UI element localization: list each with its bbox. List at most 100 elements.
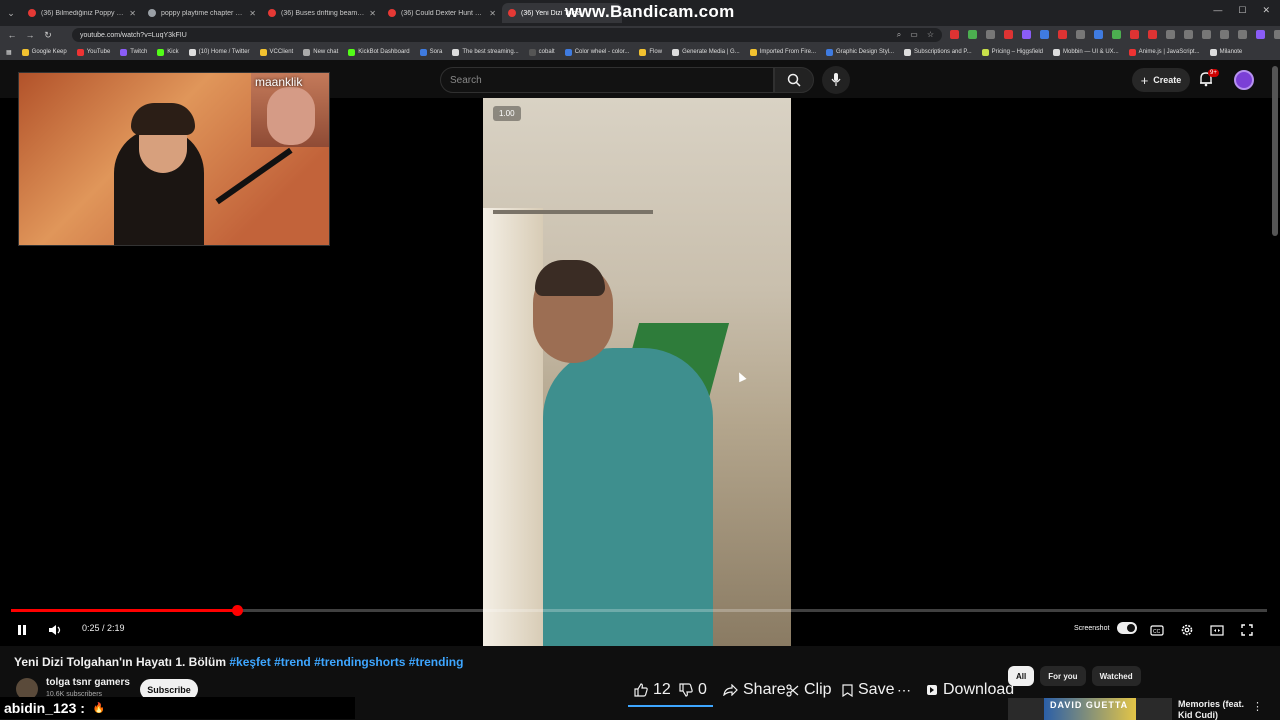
url-field[interactable]: youtube.com/watch?v=LuqY3kFIU ⌕ ▭ ☆ — [72, 28, 942, 42]
bookmark-item[interactable]: KickBot Dashboard — [348, 48, 410, 56]
browser-tab[interactable]: (36) Could Dexter Hunt Down t ✕ — [382, 3, 502, 23]
channel-name[interactable]: tolga tsnr gamers — [46, 677, 130, 688]
captions-button[interactable]: CC — [1149, 621, 1165, 639]
apps-icon[interactable]: ▦ — [6, 49, 12, 56]
progress-bar[interactable] — [11, 605, 1267, 616]
search-button[interactable] — [774, 67, 814, 93]
close-icon[interactable]: ✕ — [489, 9, 496, 18]
maximize-icon[interactable]: ☐ — [1238, 5, 1246, 16]
scrubber-handle[interactable] — [232, 605, 244, 616]
page-scrollbar[interactable] — [1272, 66, 1278, 236]
bookmark-item[interactable]: YouTube — [76, 48, 110, 56]
video-player[interactable]: 1.00 maanklik — [0, 72, 1280, 646]
back-icon[interactable]: ← — [6, 30, 18, 40]
voice-search-button[interactable] — [822, 66, 850, 94]
fullscreen-button[interactable] — [1239, 621, 1255, 639]
chip-all[interactable]: All — [1008, 666, 1035, 686]
cobalt-icon — [528, 48, 536, 56]
puzzle-icon[interactable] — [1202, 30, 1211, 39]
hashtag-link[interactable]: #trendingshorts — [314, 655, 405, 669]
browser-tab[interactable]: (36) Buses drifting beaming dr ✕ — [262, 3, 382, 23]
zoom-icon[interactable]: ⌕ — [897, 30, 901, 40]
search-input[interactable]: Search — [440, 67, 774, 93]
forward-icon[interactable]: → — [24, 30, 36, 40]
extension-icon[interactable] — [1166, 30, 1175, 39]
bookmark-item[interactable]: New chat — [303, 48, 338, 56]
extension-icon[interactable] — [1076, 30, 1085, 39]
extension-icon[interactable] — [1184, 30, 1193, 39]
bookmark-item[interactable]: Mobbin — UI & UX... — [1052, 48, 1119, 56]
close-window-icon[interactable]: ✕ — [1262, 5, 1270, 16]
recommendation-thumbnail[interactable]: DAVID GUETTA — [1008, 698, 1172, 720]
chip-watched[interactable]: Watched — [1091, 666, 1141, 686]
browser-menu-icon[interactable] — [1274, 30, 1280, 39]
profile-icon[interactable] — [1256, 30, 1265, 39]
bookmark-item[interactable]: cobalt — [528, 48, 555, 56]
extension-icon[interactable] — [1004, 30, 1013, 39]
more-vertical-icon[interactable]: ⋮ — [1252, 700, 1263, 713]
bookmark-item[interactable]: Flow — [639, 48, 662, 56]
download-button[interactable]: Download — [926, 678, 1014, 702]
bookmark-item[interactable]: Anime.js | JavaScript... — [1128, 48, 1200, 56]
extension-icon[interactable] — [968, 30, 977, 39]
bookmark-item[interactable]: Kick — [157, 48, 179, 56]
tab-search-icon[interactable]: ⌄ — [0, 8, 22, 19]
recommendation-title[interactable]: Memories (feat. Kid Cudi) — [1178, 699, 1248, 720]
minimize-icon[interactable]: — — [1213, 5, 1222, 16]
extension-icon[interactable] — [1058, 30, 1067, 39]
chip-for-you[interactable]: For you — [1040, 666, 1086, 686]
dislike-button[interactable]: 0 — [679, 678, 707, 702]
youtube-icon — [76, 48, 84, 56]
bookmark-item[interactable]: The best streaming... — [452, 48, 519, 56]
extension-icon[interactable] — [1112, 30, 1121, 39]
webcam-inset-name: maanklik — [255, 75, 303, 89]
pause-button[interactable] — [14, 621, 30, 639]
extension-icon[interactable] — [950, 30, 959, 39]
create-button[interactable]: + Create — [1132, 68, 1190, 92]
cast-icon[interactable]: ▭ — [910, 30, 918, 40]
bookmark-item[interactable]: Pricing – Higgsfield — [981, 48, 1043, 56]
close-icon[interactable]: ✕ — [129, 9, 136, 18]
download-tray-icon[interactable] — [1220, 30, 1229, 39]
save-button[interactable]: Save — [842, 678, 894, 702]
bookmark-star-icon[interactable]: ☆ — [927, 30, 934, 40]
bookmark-item[interactable]: Milanote — [1209, 48, 1242, 56]
browser-tab[interactable]: (36) Bilmediğiniz Poppy Playtim ✕ — [22, 3, 142, 23]
bookmark-item[interactable]: Graphic Design Styl... — [826, 48, 894, 56]
video-frame[interactable]: 1.00 — [483, 98, 791, 646]
milanote-icon — [1209, 48, 1217, 56]
like-button[interactable]: 12 — [634, 678, 671, 702]
extension-icon[interactable] — [1022, 30, 1031, 39]
theater-mode-button[interactable] — [1209, 621, 1225, 639]
bookmark-item[interactable]: Twitch — [120, 48, 147, 56]
bookmark-item[interactable]: Imported From Fire... — [749, 48, 816, 56]
sidebar-icon[interactable] — [1238, 30, 1247, 39]
bookmark-item[interactable]: Sora — [419, 48, 442, 56]
share-button[interactable]: Share — [723, 678, 786, 702]
clip-button[interactable]: Clip — [786, 678, 832, 702]
bookmark-item[interactable]: Subscriptions and P... — [904, 48, 972, 56]
hashtag-link[interactable]: #keşfet — [229, 655, 270, 669]
screenshot-toggle[interactable] — [1117, 622, 1137, 634]
hashtag-link[interactable]: #trend — [274, 655, 311, 669]
extension-icon[interactable] — [1148, 30, 1157, 39]
progress-played — [11, 609, 238, 612]
volume-button[interactable] — [46, 621, 64, 639]
close-icon[interactable]: ✕ — [249, 9, 256, 18]
hashtag-link[interactable]: #trending — [409, 655, 464, 669]
bookmark-item[interactable]: Generate Media | G... — [672, 48, 740, 56]
extension-icon[interactable] — [986, 30, 995, 39]
extension-icon[interactable] — [1040, 30, 1049, 39]
extension-icon[interactable] — [1130, 30, 1139, 39]
settings-button[interactable] — [1179, 621, 1195, 639]
bookmark-item[interactable]: (10) Home / Twitter — [188, 48, 250, 56]
bookmark-item[interactable]: Color wheel - color... — [564, 48, 629, 56]
more-actions-button[interactable]: ⋯ — [897, 678, 911, 702]
reload-icon[interactable]: ↻ — [42, 30, 54, 41]
close-icon[interactable]: ✕ — [369, 9, 376, 18]
browser-tab[interactable]: poppy playtime chapter 5 relea ✕ — [142, 3, 262, 23]
account-avatar[interactable] — [1234, 70, 1254, 90]
extension-icon[interactable] — [1094, 30, 1103, 39]
bookmark-item[interactable]: Google Keep — [21, 48, 67, 56]
bookmark-item[interactable]: VCClient — [259, 48, 293, 56]
